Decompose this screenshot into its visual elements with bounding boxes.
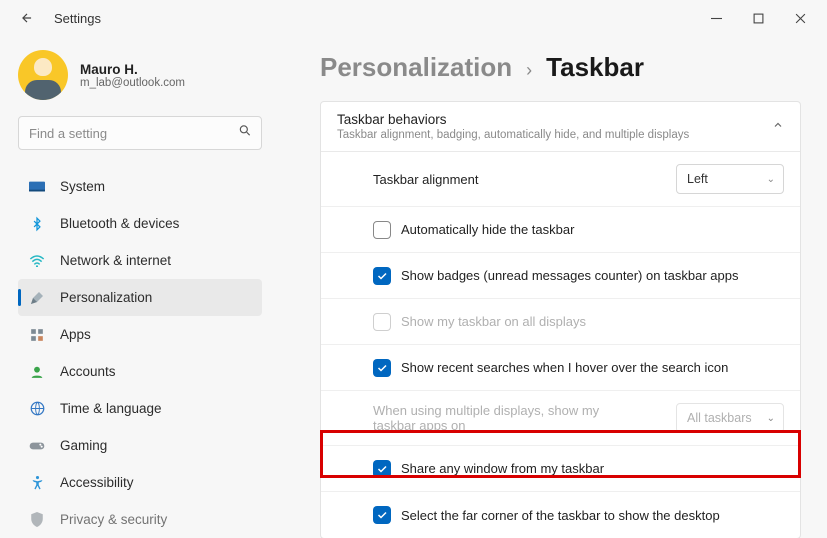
apps-icon (28, 326, 46, 344)
sidebar-item-label: Time & language (60, 401, 162, 416)
sidebar-item-privacy[interactable]: Privacy & security (18, 501, 262, 538)
gaming-icon (28, 437, 46, 455)
privacy-icon (28, 511, 46, 529)
sidebar-item-label: Apps (60, 327, 91, 342)
sidebar-item-label: Personalization (60, 290, 152, 305)
multidisplay-label: When using multiple displays, show my ta… (373, 403, 633, 433)
user-name: Mauro H. (80, 62, 185, 77)
row-alignment: Taskbar alignment Left ⌄ (321, 152, 800, 207)
sidebar-item-label: Network & internet (60, 253, 171, 268)
sidebar-item-gaming[interactable]: Gaming (18, 427, 262, 464)
sidebar-item-network[interactable]: Network & internet (18, 242, 262, 279)
panel-title: Taskbar behaviors (337, 112, 689, 127)
bluetooth-icon (28, 215, 46, 233)
system-icon (28, 178, 46, 196)
sidebar-item-time-language[interactable]: Time & language (18, 390, 262, 427)
row-badges[interactable]: Show badges (unread messages counter) on… (321, 253, 800, 299)
badges-label: Show badges (unread messages counter) on… (401, 268, 738, 283)
sidebar-item-label: Bluetooth & devices (60, 216, 179, 231)
row-all-displays: Show my taskbar on all displays (321, 299, 800, 345)
autohide-checkbox[interactable] (373, 221, 391, 239)
far-corner-label: Select the far corner of the taskbar to … (401, 508, 720, 523)
search-input[interactable] (18, 116, 262, 150)
accessibility-icon (28, 474, 46, 492)
recent-search-label: Show recent searches when I hover over t… (401, 360, 728, 375)
chevron-up-icon (772, 118, 784, 136)
alignment-label: Taskbar alignment (373, 172, 479, 187)
breadcrumb-current: Taskbar (546, 52, 644, 83)
all-displays-checkbox (373, 313, 391, 331)
sidebar-item-label: Gaming (60, 438, 107, 453)
window-title: Settings (54, 11, 101, 26)
row-recent-search[interactable]: Show recent searches when I hover over t… (321, 345, 800, 391)
chevron-down-icon: ⌄ (767, 174, 775, 185)
sidebar-item-apps[interactable]: Apps (18, 316, 262, 353)
sidebar-item-accessibility[interactable]: Accessibility (18, 464, 262, 501)
network-icon (28, 252, 46, 270)
multidisplay-value: All taskbars (687, 411, 752, 425)
user-profile[interactable]: Mauro H. m_lab@outlook.com (18, 50, 262, 100)
panel-header[interactable]: Taskbar behaviors Taskbar alignment, bad… (321, 102, 800, 152)
sidebar-item-label: Accessibility (60, 475, 134, 490)
breadcrumb-parent[interactable]: Personalization (320, 52, 512, 83)
nav-list: System Bluetooth & devices Network & int… (18, 168, 262, 538)
back-button[interactable] (14, 5, 40, 31)
close-button[interactable] (779, 3, 821, 33)
window-controls (695, 3, 821, 33)
row-far-corner[interactable]: Select the far corner of the taskbar to … (321, 492, 800, 538)
row-multidisplay: When using multiple displays, show my ta… (321, 391, 800, 446)
minimize-button[interactable] (695, 3, 737, 33)
chevron-right-icon: › (526, 60, 532, 81)
chevron-down-icon: ⌄ (767, 413, 775, 424)
sidebar-item-label: System (60, 179, 105, 194)
sidebar-item-label: Accounts (60, 364, 116, 379)
main-layout: Mauro H. m_lab@outlook.com System Blueto (0, 36, 827, 538)
row-share-any[interactable]: Share any window from my taskbar (321, 446, 800, 492)
panel-subtitle: Taskbar alignment, badging, automaticall… (337, 129, 689, 141)
sidebar-item-bluetooth[interactable]: Bluetooth & devices (18, 205, 262, 242)
sidebar: Mauro H. m_lab@outlook.com System Blueto (0, 36, 280, 538)
alignment-dropdown[interactable]: Left ⌄ (676, 164, 784, 194)
personalization-icon (28, 289, 46, 307)
search-wrap (18, 116, 262, 150)
row-autohide[interactable]: Automatically hide the taskbar (321, 207, 800, 253)
far-corner-checkbox[interactable] (373, 506, 391, 524)
alignment-value: Left (687, 172, 708, 186)
taskbar-behaviors-panel: Taskbar behaviors Taskbar alignment, bad… (320, 101, 801, 538)
time-language-icon (28, 400, 46, 418)
badges-checkbox[interactable] (373, 267, 391, 285)
avatar (18, 50, 68, 100)
sidebar-item-personalization[interactable]: Personalization (18, 279, 262, 316)
accounts-icon (28, 363, 46, 381)
content-area: Personalization › Taskbar Taskbar behavi… (280, 36, 827, 538)
multidisplay-dropdown: All taskbars ⌄ (676, 403, 784, 433)
autohide-label: Automatically hide the taskbar (401, 222, 574, 237)
user-email: m_lab@outlook.com (80, 77, 185, 89)
share-any-checkbox[interactable] (373, 460, 391, 478)
titlebar: Settings (0, 0, 827, 36)
search-icon (238, 124, 252, 143)
share-any-label: Share any window from my taskbar (401, 461, 604, 476)
sidebar-item-accounts[interactable]: Accounts (18, 353, 262, 390)
recent-search-checkbox[interactable] (373, 359, 391, 377)
maximize-button[interactable] (737, 3, 779, 33)
sidebar-item-system[interactable]: System (18, 168, 262, 205)
all-displays-label: Show my taskbar on all displays (401, 314, 586, 329)
breadcrumb: Personalization › Taskbar (320, 52, 801, 83)
sidebar-item-label: Privacy & security (60, 512, 167, 527)
